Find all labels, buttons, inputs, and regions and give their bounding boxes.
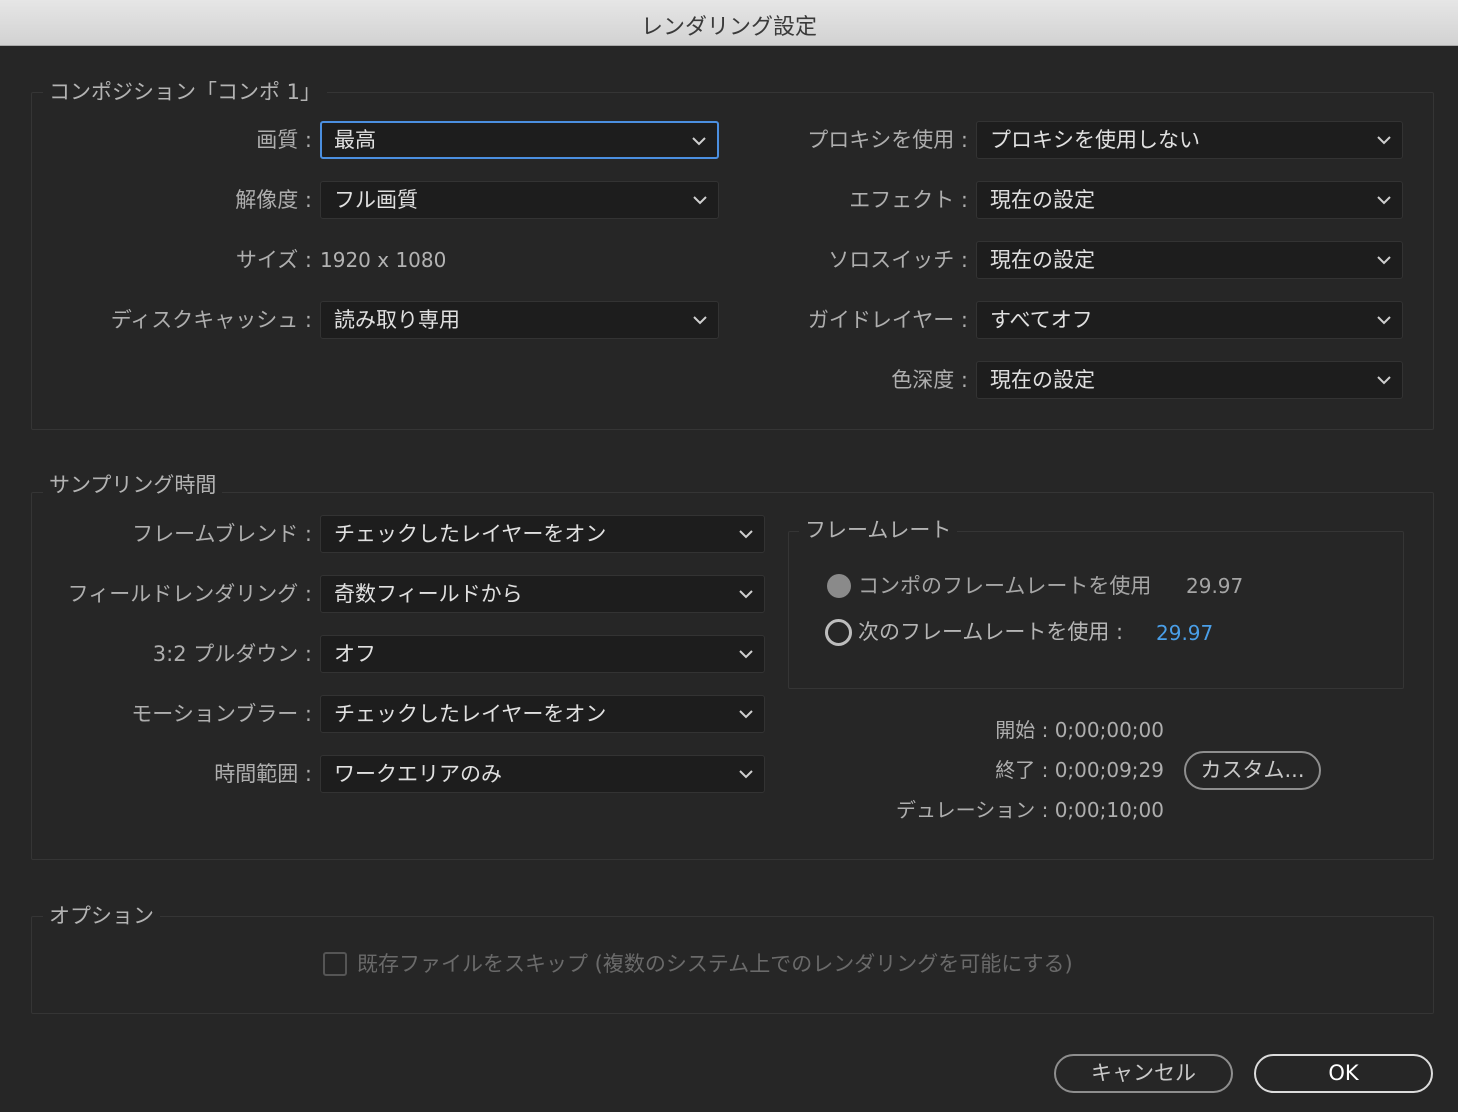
chevron-down-icon: [739, 590, 753, 599]
proxy-value: プロキシを使用しない: [990, 128, 1200, 152]
composition-section-label: コンポジション「コンポ 1」: [43, 79, 328, 105]
quality-dropdown[interactable]: 最高: [320, 121, 719, 159]
custom-button[interactable]: カスタム...: [1184, 751, 1321, 790]
color-depth-value: 現在の設定: [990, 368, 1095, 392]
cancel-button-label: キャンセル: [1091, 1061, 1196, 1085]
title-bar: レンダリング設定: [0, 0, 1458, 46]
frame-blend-dropdown[interactable]: チェックしたレイヤーをオン: [320, 515, 765, 553]
chevron-down-icon: [692, 137, 706, 146]
motion-blur-dropdown[interactable]: チェックしたレイヤーをオン: [320, 695, 765, 733]
field-render-label: フィールドレンダリング :: [67, 582, 312, 606]
frame-rate-panel-label: フレームレート: [799, 517, 958, 543]
options-section-label: オプション: [43, 903, 160, 929]
chevron-down-icon: [693, 196, 707, 205]
disk-cache-value: 読み取り専用: [334, 308, 460, 332]
motion-blur-value: チェックしたレイヤーをオン: [334, 702, 607, 726]
frame-blend-value: チェックしたレイヤーをオン: [334, 522, 607, 546]
frame-blend-label: フレームブレンド :: [132, 522, 312, 546]
sampling-section-label: サンプリング時間: [43, 472, 223, 498]
chevron-down-icon: [1377, 376, 1391, 385]
pulldown-label: 3:2 プルダウン :: [152, 642, 312, 666]
chevron-down-icon: [739, 770, 753, 779]
custom-button-label: カスタム...: [1200, 758, 1305, 782]
chevron-down-icon: [1377, 256, 1391, 265]
chevron-down-icon: [1377, 136, 1391, 145]
disk-cache-dropdown[interactable]: 読み取り専用: [320, 301, 719, 339]
quality-label: 画質 :: [256, 128, 312, 152]
end-time: 終了 : 0;00;09;29: [995, 758, 1164, 782]
duration-time: デュレーション : 0;00;10;00: [896, 798, 1164, 822]
skip-existing-label: 既存ファイルをスキップ (複数のシステム上でのレンダリングを可能にする): [357, 952, 1073, 976]
time-span-dropdown[interactable]: ワークエリアのみ: [320, 755, 765, 793]
chevron-down-icon: [693, 316, 707, 325]
field-render-value: 奇数フィールドから: [334, 582, 523, 606]
chevron-down-icon: [739, 530, 753, 539]
motion-blur-label: モーションブラー :: [131, 702, 312, 726]
use-this-frame-rate-radio[interactable]: [825, 619, 852, 646]
ok-button-label: OK: [1328, 1061, 1359, 1085]
resolution-value: フル画質: [334, 188, 418, 212]
use-comp-frame-rate-label: コンポのフレームレートを使用: [858, 574, 1152, 598]
frame-rate-panel: [788, 531, 1404, 689]
effects-label: エフェクト :: [849, 188, 968, 212]
field-render-dropdown[interactable]: 奇数フィールドから: [320, 575, 765, 613]
solo-switch-label: ソロスイッチ :: [828, 248, 968, 272]
color-depth-dropdown[interactable]: 現在の設定: [976, 361, 1403, 399]
size-label: サイズ :: [235, 248, 312, 272]
pulldown-dropdown[interactable]: オフ: [320, 635, 765, 673]
start-time: 開始 : 0;00;00;00: [995, 718, 1164, 742]
solo-switch-value: 現在の設定: [990, 248, 1095, 272]
window-title: レンダリング設定: [640, 15, 817, 40]
guide-layers-value: すべてオフ: [990, 308, 1093, 332]
chevron-down-icon: [1377, 316, 1391, 325]
use-this-frame-rate-label: 次のフレームレートを使用 :: [858, 620, 1124, 644]
effects-dropdown[interactable]: 現在の設定: [976, 181, 1403, 219]
ok-button[interactable]: OK: [1254, 1054, 1433, 1093]
solo-switch-dropdown[interactable]: 現在の設定: [976, 241, 1403, 279]
proxy-dropdown[interactable]: プロキシを使用しない: [976, 121, 1403, 159]
chevron-down-icon: [739, 650, 753, 659]
guide-layers-dropdown[interactable]: すべてオフ: [976, 301, 1403, 339]
effects-value: 現在の設定: [990, 188, 1095, 212]
guide-layers-label: ガイドレイヤー :: [807, 308, 968, 332]
chevron-down-icon: [1377, 196, 1391, 205]
color-depth-label: 色深度 :: [891, 368, 968, 392]
time-span-label: 時間範囲 :: [214, 762, 312, 786]
size-value: 1920 x 1080: [320, 248, 447, 272]
comp-frame-rate-value: 29.97: [1186, 574, 1244, 598]
pulldown-value: オフ: [334, 642, 376, 666]
use-comp-frame-rate-radio[interactable]: [827, 574, 851, 598]
resolution-dropdown[interactable]: フル画質: [320, 181, 719, 219]
resolution-label: 解像度 :: [235, 188, 312, 212]
skip-existing-checkbox[interactable]: [323, 952, 347, 976]
chevron-down-icon: [739, 710, 753, 719]
frame-rate-input[interactable]: 29.97: [1156, 614, 1213, 652]
time-span-value: ワークエリアのみ: [334, 762, 502, 786]
cancel-button[interactable]: キャンセル: [1054, 1054, 1233, 1093]
proxy-label: プロキシを使用 :: [807, 128, 968, 152]
quality-value: 最高: [334, 128, 376, 152]
disk-cache-label: ディスクキャッシュ :: [110, 308, 312, 332]
